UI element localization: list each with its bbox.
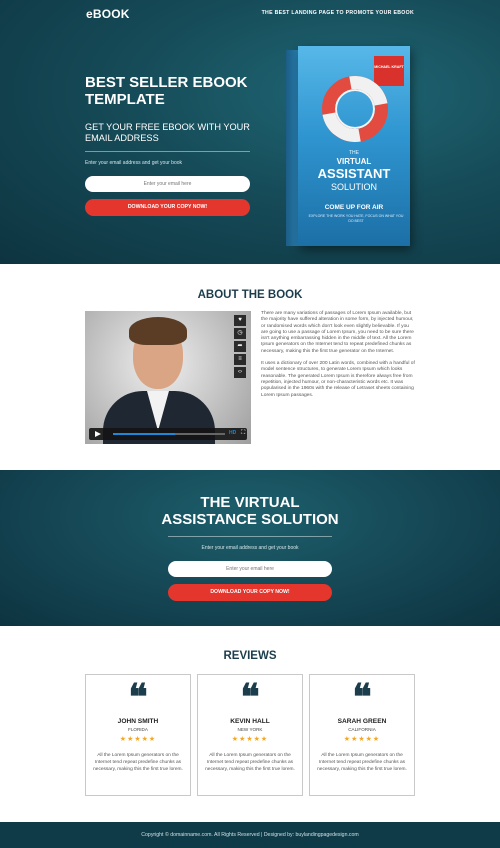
book-title-the: THE xyxy=(349,150,359,156)
reviews-title: REVIEWS xyxy=(223,650,277,662)
play-icon[interactable] xyxy=(95,431,101,437)
logo[interactable]: eBOOK xyxy=(86,7,130,21)
signup-email-input[interactable] xyxy=(168,561,332,577)
quote-icon: ❝ xyxy=(240,676,260,718)
reviewer-name: JOHN SMITH xyxy=(117,718,159,725)
quote-icon: ❝ xyxy=(128,676,148,718)
embed-icon[interactable]: ‹› xyxy=(234,367,246,378)
video-side-icons: ♥ ◷ ➦ ≡ ‹› xyxy=(234,315,246,380)
hero-download-button[interactable]: DOWNLOAD YOUR COPY NOW! xyxy=(85,199,250,216)
reviewer-name: SARAH GREEN xyxy=(337,718,387,725)
video-person-hair xyxy=(129,317,187,345)
heart-icon[interactable]: ♥ xyxy=(234,315,246,326)
hero-title: BEST SELLER EBOOK TEMPLATE xyxy=(85,74,248,108)
signup-title: THE VIRTUAL ASSISTANCE SOLUTION xyxy=(0,494,500,528)
star-rating: ★★★★★ xyxy=(231,736,269,743)
reviews-section: REVIEWS ❝ JOHN SMITH FLORIDA ★★★★★ All t… xyxy=(0,626,500,822)
signup-title-line2: ASSISTANCE SOLUTION xyxy=(161,511,339,528)
review-card: ❝ KEVIN HALL NEW YORK ★★★★★ All the Lore… xyxy=(197,674,303,796)
fullscreen-icon[interactable]: ⛶ xyxy=(241,430,245,437)
book-title-line3: SOLUTION xyxy=(330,182,377,192)
video-player[interactable]: ♥ ◷ ➦ ≡ ‹› HD ⛶ xyxy=(85,311,251,444)
book-author-badge: MICHAEL KRAFT xyxy=(374,56,404,86)
book-title-line2: ASSISTANT xyxy=(317,166,391,181)
about-paragraph: It uses a dictionary of over 200 Latin w… xyxy=(261,361,415,398)
hero-divider xyxy=(85,151,250,152)
review-card: ❝ SARAH GREEN CALIFORNIA ★★★★★ All the L… xyxy=(309,674,415,796)
hero-section: eBOOK THE BEST LANDING PAGE TO PROMOTE Y… xyxy=(0,0,500,264)
reviewer-location: CALIFORNIA xyxy=(348,727,376,732)
book-tagline: COME UP FOR AIR xyxy=(324,204,384,211)
review-text: All the Lorem Ipsum generators on the In… xyxy=(317,753,407,772)
signup-title-line1: THE VIRTUAL xyxy=(200,494,300,511)
hd-label[interactable]: HD xyxy=(229,430,236,436)
about-paragraph: There are many variations of passages of… xyxy=(261,311,414,354)
hero-subtitle: GET YOUR FREE EBOOK WITH YOUR EMAIL ADDR… xyxy=(85,122,250,143)
video-progress-bar[interactable] xyxy=(113,433,225,435)
signup-divider xyxy=(168,536,332,537)
top-bar: eBOOK THE BEST LANDING PAGE TO PROMOTE Y… xyxy=(0,0,500,28)
more-icon[interactable]: ≡ xyxy=(234,354,246,365)
signup-section: THE VIRTUAL ASSISTANCE SOLUTION Enter yo… xyxy=(0,470,500,626)
review-card: ❝ JOHN SMITH FLORIDA ★★★★★ All the Lorem… xyxy=(85,674,191,796)
review-text: All the Lorem Ipsum generators on the In… xyxy=(93,753,183,772)
book-title-line1: VIRTUAL xyxy=(336,157,372,166)
about-text: There are many variations of passages of… xyxy=(261,311,417,399)
book-cover-image: MICHAEL KRAFT THE VIRTUAL ASSISTANT SOLU… xyxy=(286,46,410,250)
about-section: ABOUT THE BOOK ♥ ◷ ➦ ≡ ‹› HD ⛶ There are… xyxy=(0,264,500,470)
footer: Copyright © domainname.com. All Rights R… xyxy=(0,822,500,848)
hero-hint: Enter your email address and get your bo… xyxy=(85,160,182,166)
clock-icon[interactable]: ◷ xyxy=(234,328,246,339)
reviewer-location: NEW YORK xyxy=(237,727,263,732)
reviewer-location: FLORIDA xyxy=(128,727,148,732)
star-rating: ★★★★★ xyxy=(119,736,157,743)
about-title: ABOUT THE BOOK xyxy=(197,289,303,301)
signup-hint: Enter your email address and get your bo… xyxy=(201,545,299,551)
video-controls: HD ⛶ xyxy=(89,428,247,440)
header-tagline: THE BEST LANDING PAGE TO PROMOTE YOUR EB… xyxy=(261,10,414,16)
share-icon[interactable]: ➦ xyxy=(234,341,246,352)
hero-email-input[interactable] xyxy=(85,176,250,192)
quote-icon: ❝ xyxy=(352,676,372,718)
review-text: All the Lorem Ipsum generators on the In… xyxy=(205,753,295,772)
star-rating: ★★★★★ xyxy=(343,736,381,743)
book-small-text: EXPLORE THE WORK YOU HATE, FOCUS ON WHAT… xyxy=(308,214,404,223)
signup-download-button[interactable]: DOWNLOAD YOUR COPY NOW! xyxy=(168,584,332,601)
video-progress-fill xyxy=(113,433,175,435)
reviewer-name: KEVIN HALL xyxy=(230,718,270,725)
